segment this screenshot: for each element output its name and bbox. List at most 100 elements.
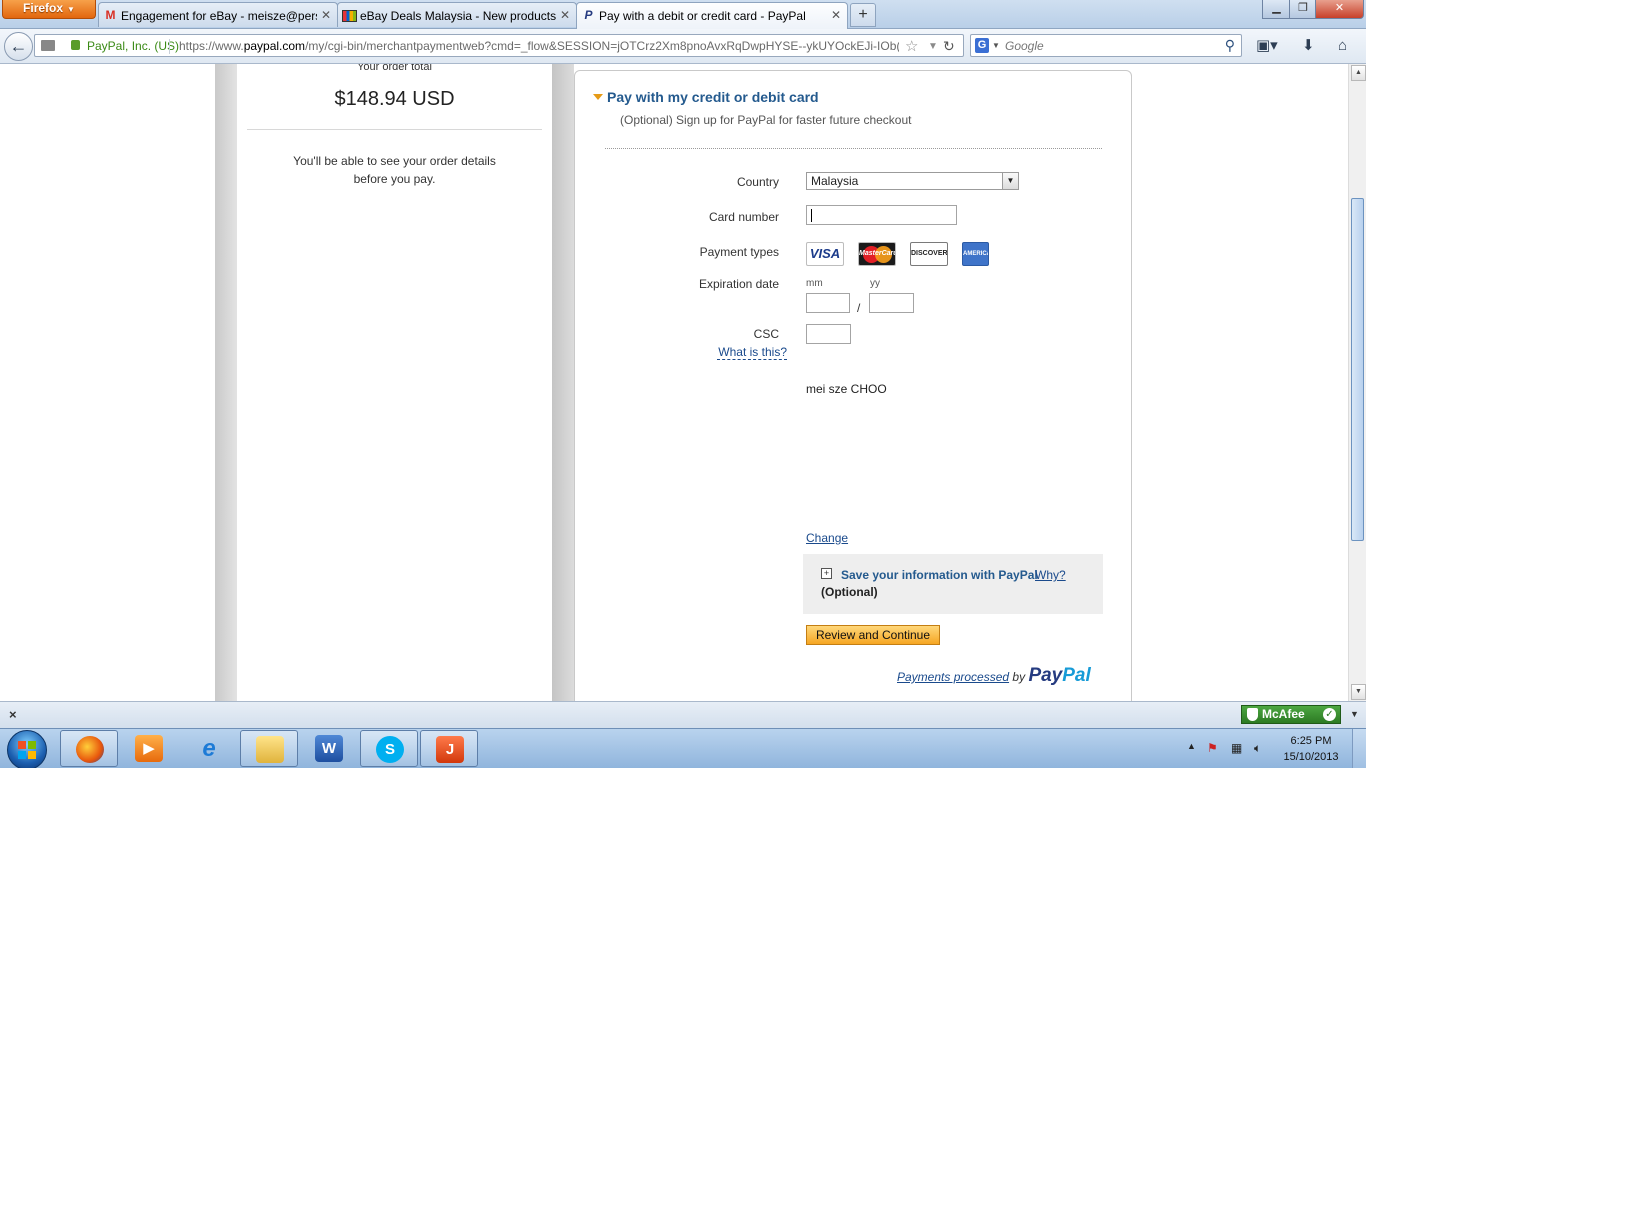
expand-triangle-icon <box>593 94 603 100</box>
tab-ebay[interactable]: eBay Deals Malaysia - New products ... ✕ <box>337 2 577 27</box>
scrollbar-thumb[interactable] <box>1351 198 1364 541</box>
show-desktop-button[interactable] <box>1352 729 1366 768</box>
left-gutter <box>215 64 237 701</box>
url-bar[interactable]: PayPal, Inc. (US) https://www.paypal.com… <box>34 34 964 57</box>
scroll-down-icon[interactable]: ▼ <box>1351 684 1366 700</box>
system-clock[interactable]: 6:25 PM 15/10/2013 <box>1280 733 1342 765</box>
tab-gmail[interactable]: M Engagement for eBay - meisze@pers... ✕ <box>98 2 338 27</box>
tab-label: Pay with a debit or credit card - PayPal <box>599 9 806 23</box>
taskbar-app[interactable]: J <box>420 730 478 767</box>
action-center-icon[interactable]: ⚑ <box>1207 741 1218 755</box>
mcafee-button[interactable]: McAfee ✓ <box>1241 705 1341 724</box>
discover-card-text: DISCOVER <box>911 250 948 257</box>
mastercard-icon: MasterCard <box>858 242 896 266</box>
check-icon: ✓ <box>1323 708 1336 721</box>
home-icon[interactable]: ⌂ <box>1338 37 1347 55</box>
firefox-menu-label: Firefox <box>23 1 64 15</box>
csc-help-link[interactable]: What is this? <box>717 345 787 360</box>
save-info-box: + Save your information with PayPal Why?… <box>803 554 1103 614</box>
save-info-title[interactable]: Save your information with PayPal <box>841 568 1038 582</box>
change-link[interactable]: Change <box>806 531 848 545</box>
lock-icon <box>71 40 80 50</box>
close-icon[interactable]: ✕ <box>831 8 841 22</box>
search-engine-dropdown-icon[interactable]: ▼ <box>992 35 1000 56</box>
country-value: Malaysia <box>811 174 859 188</box>
paypal-icon: P <box>584 8 593 22</box>
search-box[interactable]: G ▼ Google ⚲ <box>970 34 1242 57</box>
card-number-input[interactable] <box>806 205 957 225</box>
download-icon[interactable]: ⬇ <box>1302 37 1315 55</box>
volume-icon[interactable]: 🔈︎ <box>1254 741 1261 756</box>
save-optional-label: (Optional) <box>821 585 878 599</box>
tab-groups-icon[interactable] <box>41 40 55 51</box>
url-separator <box>169 39 170 54</box>
site-identity[interactable]: PayPal, Inc. (US) <box>87 35 179 58</box>
mcafee-label: McAfee <box>1262 707 1305 721</box>
windows-logo-yellow <box>28 751 36 759</box>
why-link[interactable]: Why? <box>1035 568 1066 582</box>
tab-label: eBay Deals Malaysia - New products ... <box>360 9 556 23</box>
country-select[interactable]: Malaysia ▼ <box>806 172 1019 190</box>
bookmark-star-icon[interactable]: ☆ <box>905 35 918 58</box>
discover-card-icon: DISCOVER <box>910 242 948 266</box>
close-icon[interactable]: ✕ <box>560 8 570 22</box>
paypal-logo: PayPal <box>1028 665 1090 686</box>
show-hidden-icons[interactable]: ▲ <box>1187 741 1196 751</box>
expand-plus-icon[interactable]: + <box>821 568 832 579</box>
chevron-down-icon[interactable]: ▼ <box>1350 709 1359 719</box>
divider <box>247 129 542 130</box>
page-viewport: Your order total $148.94 USD You'll be a… <box>0 64 1348 701</box>
back-button[interactable]: ← <box>4 32 33 61</box>
expiration-month-input[interactable] <box>806 293 850 313</box>
windows-logo-green <box>28 741 36 749</box>
card-number-label: Card number <box>708 210 779 224</box>
url-prefix: https://www. <box>179 39 244 53</box>
url-history-dropdown-icon[interactable]: ▼ <box>928 35 938 58</box>
google-icon[interactable]: G <box>975 38 989 53</box>
new-tab-button[interactable]: + <box>850 3 876 27</box>
close-icon[interactable]: ✕ <box>321 8 331 22</box>
chevron-down-icon[interactable]: ▼ <box>1002 173 1018 189</box>
payment-types-label: Payment types <box>699 245 779 259</box>
expiration-year-input[interactable] <box>869 293 914 313</box>
clock-time: 6:25 PM <box>1290 735 1332 747</box>
app-icon: J <box>436 736 464 763</box>
order-total-value: $148.94 USD <box>334 88 455 110</box>
addon-bar-close-button[interactable]: × <box>9 707 17 722</box>
section-subtitle: (Optional) Sign up for PayPal for faster… <box>620 113 912 127</box>
payments-processed-by-paypal: Payments processed by PayPal <box>897 665 1091 687</box>
vertical-scrollbar[interactable]: ▲ ▼ <box>1348 64 1366 701</box>
search-icon[interactable]: ⚲ <box>1225 35 1235 56</box>
clock-date: 15/10/2013 <box>1283 751 1339 763</box>
taskbar-firefox[interactable] <box>60 730 118 767</box>
url-text[interactable]: https://www.paypal.com/my/cgi-bin/mercha… <box>179 35 899 58</box>
section-title[interactable]: Pay with my credit or debit card <box>593 89 819 105</box>
tab-label: Engagement for eBay - meisze@pers... <box>121 9 317 23</box>
taskbar-explorer[interactable] <box>240 730 298 767</box>
amex-card-icon: AMERICAN EXPRESS <box>962 242 989 266</box>
scroll-up-icon[interactable]: ▲ <box>1351 65 1366 81</box>
tab-paypal[interactable]: P Pay with a debit or credit card - PayP… <box>576 2 848 29</box>
window-close-button[interactable]: ✕ <box>1315 0 1364 19</box>
reload-icon[interactable]: ↻ <box>943 35 955 58</box>
minimize-button[interactable]: ▁ <box>1262 0 1291 19</box>
processed-by-text: by <box>1012 670 1026 684</box>
addon-toolbar-icon[interactable]: ▣▾ <box>1256 37 1278 55</box>
firefox-menu-button[interactable]: Firefox ▼ <box>2 0 96 19</box>
review-and-continue-button[interactable]: Review and Continue <box>806 625 940 645</box>
dotted-divider <box>605 148 1102 149</box>
taskbar-skype[interactable]: S <box>360 730 418 767</box>
taskbar-internet-explorer[interactable]: e <box>180 730 238 767</box>
windows-logo-red <box>18 741 26 749</box>
maximize-button[interactable]: ❐ <box>1289 0 1317 19</box>
navigation-toolbar: ← PayPal, Inc. (US) https://www.paypal.c… <box>0 29 1366 64</box>
text-cursor <box>811 209 812 222</box>
taskbar-media-player[interactable]: ▶ <box>120 730 178 767</box>
taskbar-word[interactable]: W <box>300 730 358 767</box>
visa-card-icon: VISA <box>806 242 844 266</box>
network-icon[interactable]: ▦ <box>1231 741 1242 755</box>
csc-input[interactable] <box>806 324 851 344</box>
payments-processed-link[interactable]: Payments processed <box>897 670 1009 684</box>
start-button[interactable] <box>7 730 47 768</box>
amex-card-text: AMERICAN EXPRESS <box>963 251 988 257</box>
